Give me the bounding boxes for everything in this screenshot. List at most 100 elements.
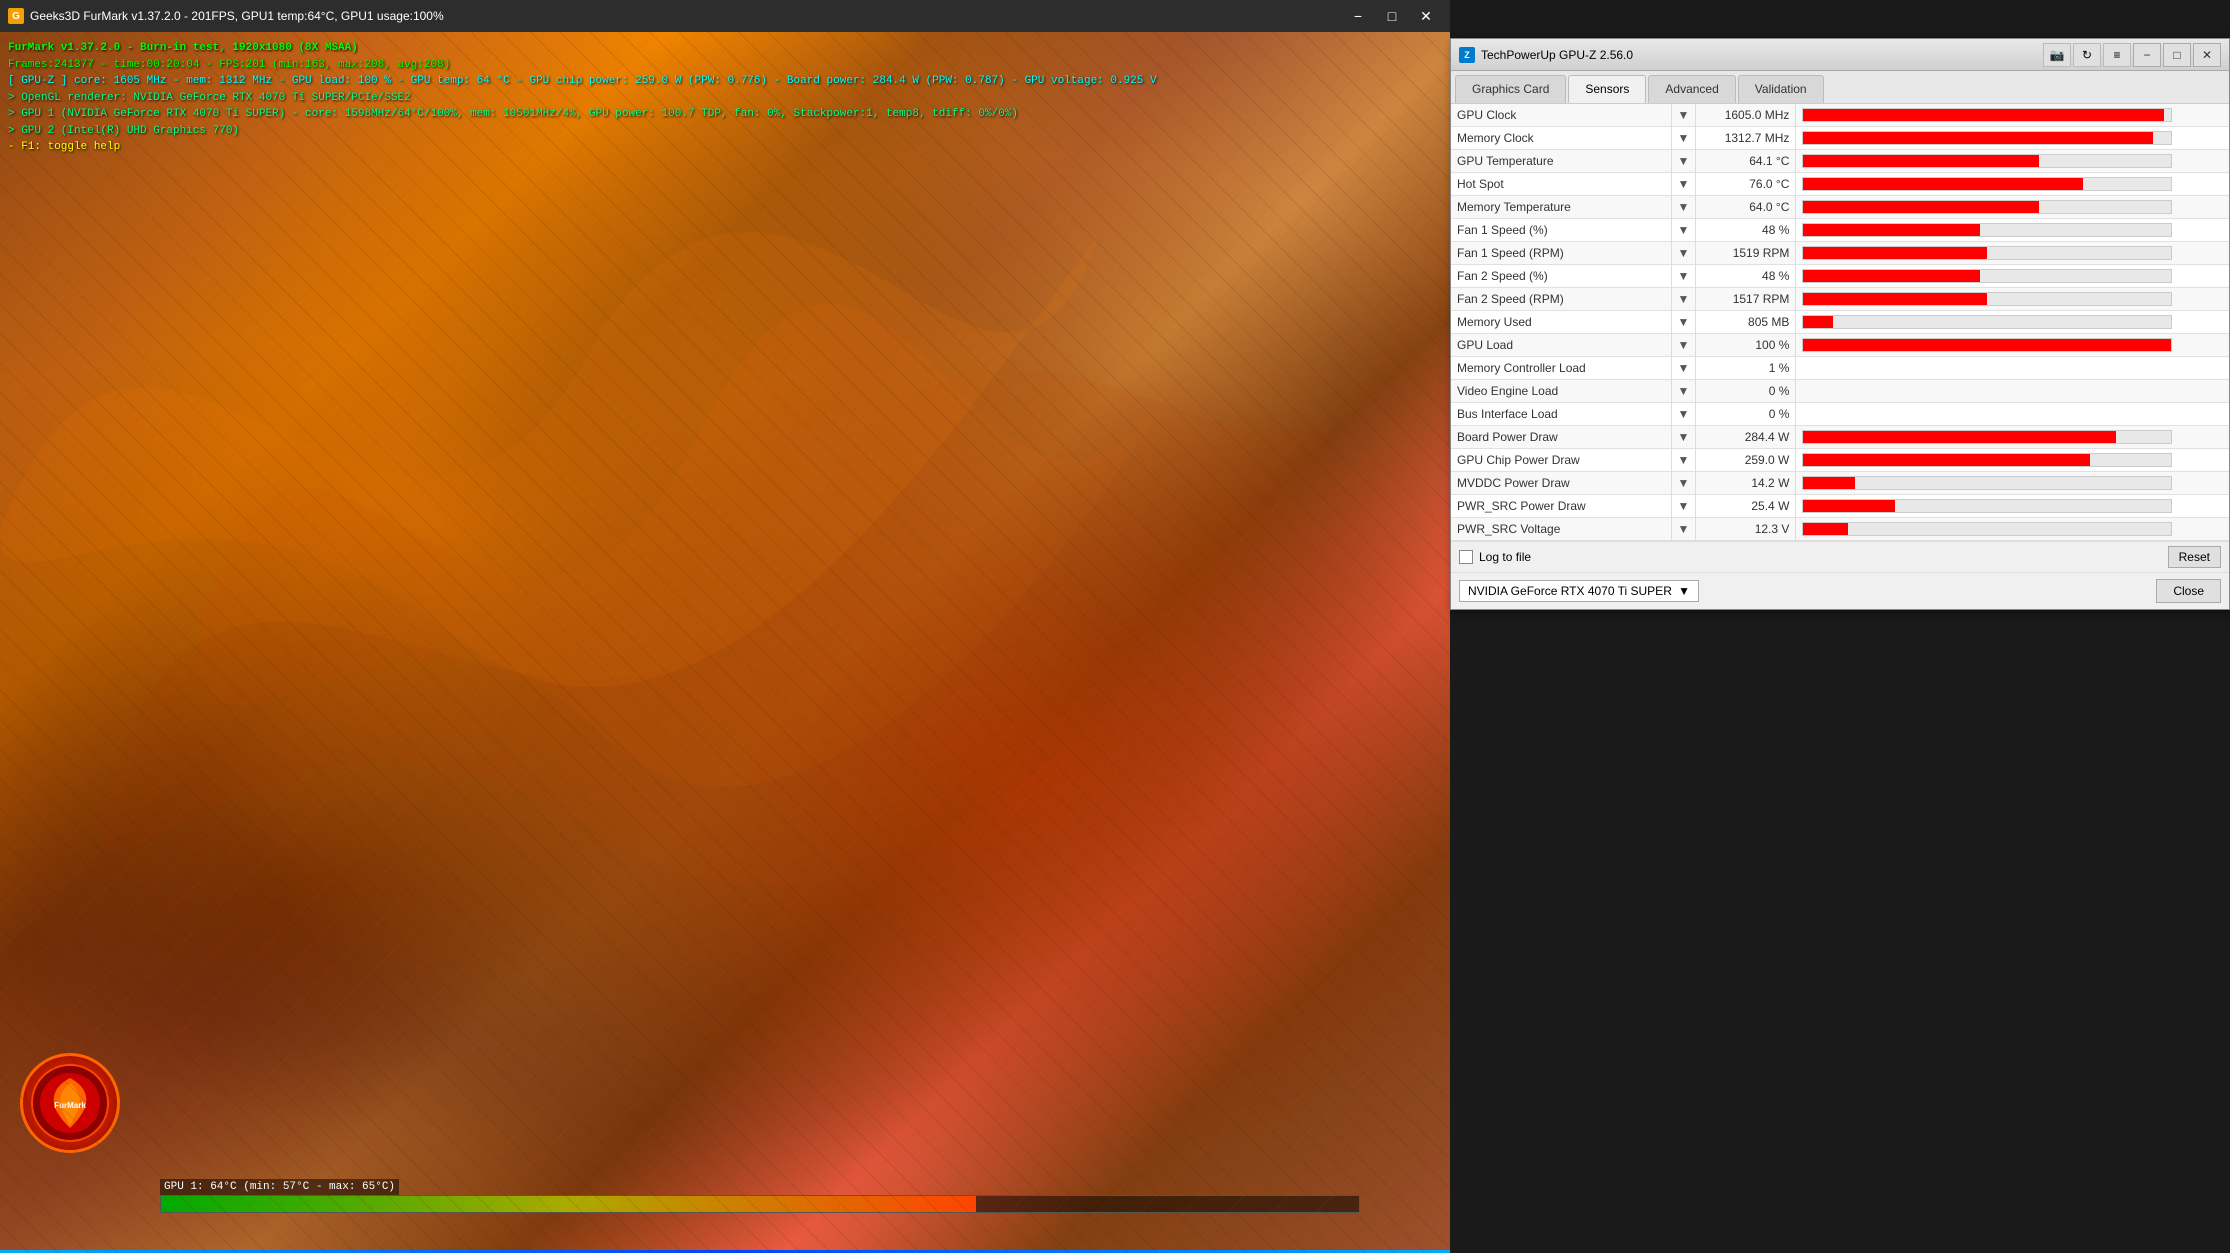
- bar-fill: [1803, 109, 2164, 121]
- tab-graphics-card[interactable]: Graphics Card: [1455, 75, 1566, 103]
- bar-fill: [1803, 270, 1980, 282]
- sensor-dropdown-arrow[interactable]: ▼: [1671, 173, 1696, 196]
- sensor-bar: [1796, 173, 2229, 196]
- furmark-render-canvas: FurMark v1.37.2.0 - Burn-in test, 1920x1…: [0, 32, 1450, 1253]
- bar-container: [1802, 522, 2172, 536]
- furmark-content: FurMark v1.37.2.0 - Burn-in test, 1920x1…: [0, 32, 1450, 1253]
- sensor-dropdown-arrow[interactable]: ▼: [1671, 518, 1696, 541]
- gpuz-refresh-button[interactable]: ↻: [2073, 43, 2101, 67]
- furmark-temp-bar-fill: [161, 1196, 976, 1212]
- tab-sensors[interactable]: Sensors: [1568, 75, 1646, 103]
- sensor-dropdown-arrow[interactable]: ▼: [1671, 219, 1696, 242]
- log-to-file-checkbox[interactable]: [1459, 550, 1473, 564]
- bar-container: [1802, 499, 2172, 513]
- bar-fill: [1803, 178, 2083, 190]
- gpu-selector: NVIDIA GeForce RTX 4070 Ti SUPER ▼: [1459, 580, 1699, 602]
- sensor-bar: [1796, 104, 2229, 127]
- sensor-value: 805 MB: [1696, 311, 1796, 334]
- gpuz-camera-button[interactable]: 📷: [2043, 43, 2071, 67]
- sensor-row: GPU Temperature▼64.1 °C: [1451, 150, 2229, 173]
- sensor-row: Fan 2 Speed (RPM)▼1517 RPM: [1451, 288, 2229, 311]
- sensor-bar: [1796, 426, 2229, 449]
- sensor-value: 1 %: [1696, 357, 1796, 380]
- sensor-name: GPU Temperature: [1451, 150, 1671, 173]
- furmark-maximize-button[interactable]: □: [1376, 2, 1408, 30]
- sensor-row: Fan 1 Speed (RPM)▼1519 RPM: [1451, 242, 2229, 265]
- sensor-dropdown-arrow[interactable]: ▼: [1671, 426, 1696, 449]
- furmark-window: G Geeks3D FurMark v1.37.2.0 - 201FPS, GP…: [0, 0, 1450, 1253]
- sensor-dropdown-arrow[interactable]: ▼: [1671, 288, 1696, 311]
- bar-container: [1802, 246, 2172, 260]
- close-button[interactable]: Close: [2156, 579, 2221, 603]
- bar-fill: [1803, 431, 2116, 443]
- furmark-titlebar: G Geeks3D FurMark v1.37.2.0 - 201FPS, GP…: [0, 0, 1450, 32]
- gpuz-action-buttons: Close: [2156, 579, 2221, 603]
- furmark-minimize-button[interactable]: −: [1342, 2, 1374, 30]
- sensor-bar: [1796, 380, 2229, 403]
- sensor-bar: [1796, 242, 2229, 265]
- bar-fill: [1803, 477, 1855, 489]
- furmark-close-button[interactable]: ✕: [1410, 2, 1442, 30]
- sensor-value: 1312.7 MHz: [1696, 127, 1796, 150]
- gpuz-close-button[interactable]: ✕: [2193, 43, 2221, 67]
- sensor-name: GPU Chip Power Draw: [1451, 449, 1671, 472]
- gpuz-menu-button[interactable]: ≡: [2103, 43, 2131, 67]
- sensor-name: Bus Interface Load: [1451, 403, 1671, 426]
- bar-fill: [1803, 247, 1987, 259]
- sensor-name: Fan 1 Speed (%): [1451, 219, 1671, 242]
- gpuz-log-row: Log to file Reset: [1451, 541, 2229, 572]
- sensor-bar: [1796, 127, 2229, 150]
- sensor-name: Memory Clock: [1451, 127, 1671, 150]
- furmark-temp-label: GPU 1: 64°C (min: 57°C - max: 65°C): [160, 1177, 399, 1193]
- sensor-dropdown-arrow[interactable]: ▼: [1671, 196, 1696, 219]
- sensors-table: GPU Clock▼1605.0 MHzMemory Clock▼1312.7 …: [1451, 104, 2229, 541]
- sensor-dropdown-arrow[interactable]: ▼: [1671, 449, 1696, 472]
- temp-text: GPU 1: 64°C (min: 57°C - max: 65°C): [160, 1179, 399, 1195]
- tab-advanced[interactable]: Advanced: [1648, 75, 1735, 103]
- sensor-bar: [1796, 196, 2229, 219]
- sensor-bar: [1796, 150, 2229, 173]
- sensor-dropdown-arrow[interactable]: ▼: [1671, 495, 1696, 518]
- sensor-dropdown-arrow[interactable]: ▼: [1671, 380, 1696, 403]
- sensor-dropdown-arrow[interactable]: ▼: [1671, 127, 1696, 150]
- sensor-dropdown-arrow[interactable]: ▼: [1671, 311, 1696, 334]
- sensor-value: 76.0 °C: [1696, 173, 1796, 196]
- bar-container: [1802, 430, 2172, 444]
- sensor-dropdown-arrow[interactable]: ▼: [1671, 104, 1696, 127]
- sensor-dropdown-arrow[interactable]: ▼: [1671, 403, 1696, 426]
- sensor-value: 12.3 V: [1696, 518, 1796, 541]
- tab-validation[interactable]: Validation: [1738, 75, 1824, 103]
- gpuz-minimize-button[interactable]: −: [2133, 43, 2161, 67]
- sensor-name: Fan 2 Speed (RPM): [1451, 288, 1671, 311]
- sensor-bar: [1796, 219, 2229, 242]
- sensor-dropdown-arrow[interactable]: ▼: [1671, 334, 1696, 357]
- bar-fill: [1803, 523, 1847, 535]
- reset-button[interactable]: Reset: [2168, 546, 2221, 568]
- gpuz-maximize-button[interactable]: □: [2163, 43, 2191, 67]
- bar-fill: [1803, 293, 1987, 305]
- sensor-bar: [1796, 472, 2229, 495]
- bar-fill: [1803, 224, 1980, 236]
- sensor-row: Hot Spot▼76.0 °C: [1451, 173, 2229, 196]
- bar-fill: [1803, 339, 2171, 351]
- gpu-name: NVIDIA GeForce RTX 4070 Ti SUPER: [1468, 584, 1672, 598]
- sensor-dropdown-arrow[interactable]: ▼: [1671, 150, 1696, 173]
- sensor-dropdown-arrow[interactable]: ▼: [1671, 357, 1696, 380]
- sensor-row: Board Power Draw▼284.4 W: [1451, 426, 2229, 449]
- gpuz-footer: NVIDIA GeForce RTX 4070 Ti SUPER ▼ Close: [1451, 572, 2229, 609]
- sensor-name: MVDDC Power Draw: [1451, 472, 1671, 495]
- sensor-dropdown-arrow[interactable]: ▼: [1671, 242, 1696, 265]
- bar-container: [1802, 315, 2172, 329]
- bar-fill: [1803, 201, 2039, 213]
- sensor-dropdown-arrow[interactable]: ▼: [1671, 472, 1696, 495]
- sensor-bar: [1796, 403, 2229, 426]
- sensor-value: 1519 RPM: [1696, 242, 1796, 265]
- gpu-dropdown[interactable]: NVIDIA GeForce RTX 4070 Ti SUPER ▼: [1459, 580, 1699, 602]
- gpuz-icon: Z: [1459, 47, 1475, 63]
- svg-text:FurMark: FurMark: [54, 1101, 86, 1110]
- sensor-row: Bus Interface Load▼0 %: [1451, 403, 2229, 426]
- sensor-name: Fan 2 Speed (%): [1451, 265, 1671, 288]
- sensor-value: 0 %: [1696, 403, 1796, 426]
- sensor-bar: [1796, 495, 2229, 518]
- sensor-dropdown-arrow[interactable]: ▼: [1671, 265, 1696, 288]
